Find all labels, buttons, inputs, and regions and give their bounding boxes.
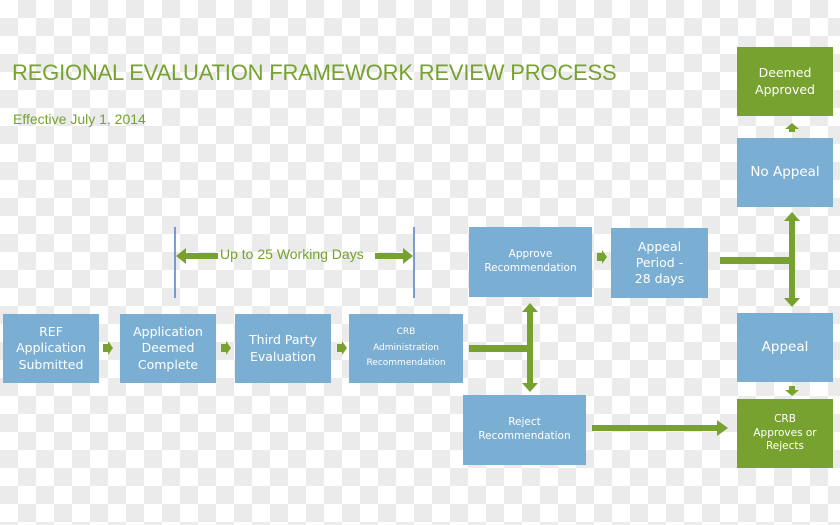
range-right-arrow: [375, 248, 413, 264]
working-days-label: Up to 25 Working Days: [220, 246, 364, 262]
arrow-third-party-to-crb-admin: [337, 341, 347, 355]
node-no-appeal: No Appeal: [737, 138, 833, 207]
arrow-appeal-to-crb-decides: [785, 386, 799, 396]
arrow-complete-to-third-party: [221, 341, 231, 355]
range-left-arrow: [176, 248, 218, 264]
node-crb-admin-recommendation: CRB Administration Recommendation: [349, 314, 463, 383]
connectors: [103, 123, 800, 436]
arrow-reject-to-crb-decides: [592, 420, 728, 436]
arrow-no-appeal-to-deemed-approved: [785, 123, 799, 132]
branch-crb-admin-line: [469, 345, 529, 352]
arrow-approve-to-appeal-period: [597, 250, 607, 264]
node-deemed-approved: Deemed Approved: [737, 47, 833, 116]
node-deemed-complete: Application Deemed Complete: [120, 314, 216, 383]
node-crb-approves-or-rejects: CRB Approves or Rejects: [737, 399, 833, 468]
branch-appeal-period-line: [720, 257, 793, 264]
node-approve-recommendation: Approve Recommendation: [469, 227, 592, 297]
node-appeal-period: Appeal Period - 28 days: [611, 228, 708, 298]
node-ref-submitted: REF Application Submitted: [3, 314, 99, 383]
node-third-party-evaluation: Third Party Evaluation: [235, 314, 331, 383]
node-reject-recommendation: Reject Recommendation: [463, 395, 586, 465]
node-appeal: Appeal: [737, 313, 833, 382]
arrow-submitted-to-complete: [103, 341, 113, 355]
